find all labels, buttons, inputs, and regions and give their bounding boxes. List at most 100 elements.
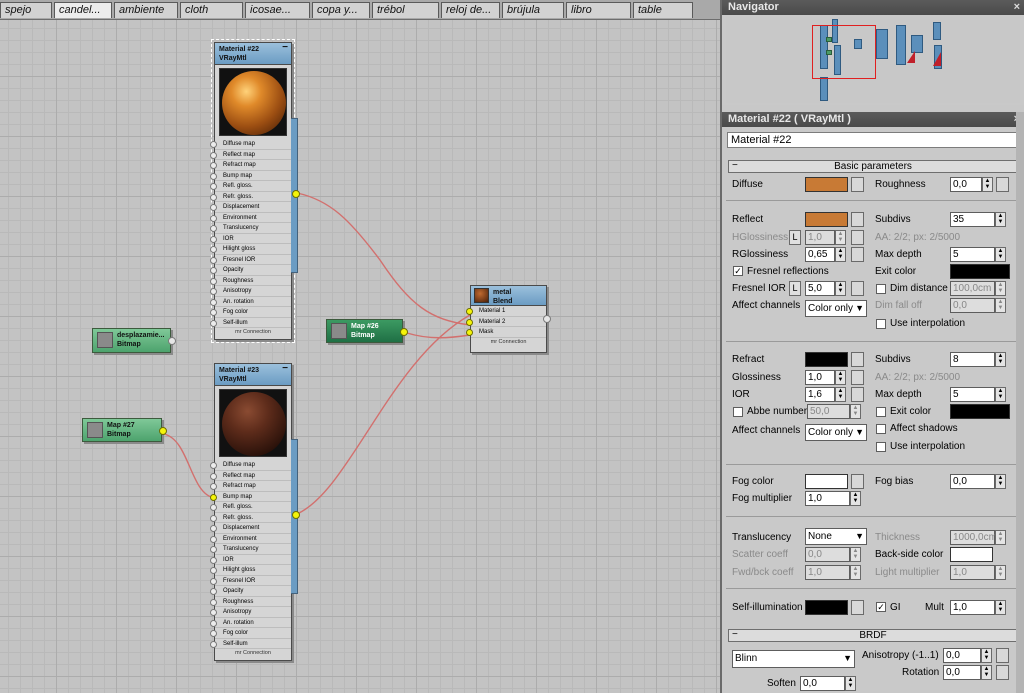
input-socket[interactable]	[210, 514, 217, 522]
roughness-spinner[interactable]: 0,0 ▲ ▼	[950, 177, 993, 192]
navigator-view[interactable]	[726, 17, 1020, 103]
slot-roughness[interactable]: Roughness	[210, 276, 291, 286]
slot-translucency[interactable]: Translucency	[210, 544, 291, 555]
rollout-basic-parameters[interactable]: − Basic parameters	[728, 160, 1018, 173]
diffuse-map-button[interactable]	[851, 177, 864, 192]
output-socket[interactable]	[159, 427, 167, 435]
node-map-27[interactable]: Map #27 Bitmap	[82, 418, 167, 442]
lock-button[interactable]: L	[789, 281, 801, 296]
fresnel-ior-map-button[interactable]	[851, 281, 864, 296]
reflect-max-depth-spinner[interactable]: 5 ▲ ▼	[950, 247, 1006, 262]
tab-7[interactable]: trébol	[372, 2, 439, 18]
soften-spinner[interactable]: 0,0 ▲ ▼	[800, 676, 856, 691]
slot-refl-gloss[interactable]: Refl. gloss.	[210, 502, 291, 513]
diffuse-color-swatch[interactable]	[805, 177, 848, 192]
ior-map-button[interactable]	[851, 387, 864, 402]
tab-4[interactable]: cloth	[180, 2, 243, 18]
fog-bias-spinner[interactable]: 0,0 ▲ ▼	[950, 474, 1006, 489]
input-socket[interactable]	[210, 462, 217, 469]
refract-max-depth-spinner[interactable]: 5 ▲ ▼	[950, 387, 1006, 402]
node-canvas[interactable]: Material #22 VRayMtl − Diffuse map Reflect …	[0, 20, 720, 693]
panel-scrollbar[interactable]	[1016, 112, 1024, 693]
slot-anisotropy[interactable]: Anisotropy	[210, 286, 291, 297]
abbe-number-spinner[interactable]: 50,0 ▲ ▼	[807, 404, 861, 419]
input-socket[interactable]	[210, 525, 217, 532]
slot-fresnel-ior[interactable]: Fresnel IOR	[210, 255, 291, 265]
brdf-type-dropdown[interactable]: Blinn ▼	[732, 650, 855, 668]
slot-refr-gloss[interactable]: Refr. gloss.	[210, 513, 291, 523]
tab-9[interactable]: brújula	[502, 2, 564, 18]
rotation-spinner[interactable]: 0,0 ▲ ▼	[943, 665, 992, 680]
fresnel-ior-spinner[interactable]: 5,0 ▲ ▼	[805, 281, 846, 296]
slot-bump-map[interactable]: Bump map	[210, 171, 291, 181]
slot-an-rotation[interactable]: An. rotation	[210, 618, 291, 628]
refract-subdivs-spinner[interactable]: 8 ▲ ▼	[950, 352, 1006, 367]
input-socket[interactable]	[210, 577, 217, 585]
input-socket[interactable]	[210, 193, 217, 201]
input-socket[interactable]	[210, 535, 217, 543]
input-socket[interactable]	[210, 493, 217, 501]
slot-refl-gloss[interactable]: Refl. gloss.	[210, 181, 291, 192]
slot-material-1[interactable]: Material 1	[466, 306, 546, 317]
slot-mask[interactable]: Mask	[466, 327, 546, 338]
input-socket[interactable]	[210, 598, 217, 606]
use-interpolation-checkbox[interactable]	[876, 319, 886, 329]
slot-diffuse-map[interactable]: Diffuse map	[210, 139, 291, 150]
input-socket[interactable]	[210, 267, 217, 274]
input-socket[interactable]	[210, 619, 217, 627]
reflect-map-button[interactable]	[851, 212, 864, 227]
self-illumination-map-button[interactable]	[851, 600, 864, 615]
affect-shadows-checkbox[interactable]	[876, 424, 886, 434]
rglossiness-spinner[interactable]: 0,65 ▲ ▼	[805, 247, 846, 262]
slot-translucency[interactable]: Translucency	[210, 223, 291, 234]
material-name-field[interactable]: Material #22	[727, 132, 1022, 148]
input-socket[interactable]	[210, 567, 217, 574]
node-blend-metal[interactable]: metal Blend Material 1 Material 2 Mask mr…	[466, 285, 551, 353]
dim-distance-checkbox[interactable]	[876, 284, 886, 294]
roughness-map-button[interactable]	[996, 177, 1009, 192]
refract-map-button[interactable]	[851, 352, 864, 367]
dim-falloff-spinner[interactable]: 0,0 ▲ ▼	[950, 298, 1006, 313]
rotation-map-button[interactable]	[996, 665, 1009, 680]
node-desplazamiento-bitmap[interactable]: desplazamie... Bitmap	[92, 328, 176, 353]
lock-button[interactable]: L	[789, 230, 801, 245]
input-socket[interactable]	[210, 246, 217, 253]
fog-multiplier-spinner[interactable]: 1,0 ▲ ▼	[805, 491, 861, 506]
input-socket[interactable]	[210, 483, 217, 490]
input-socket[interactable]	[210, 214, 217, 222]
glossiness-map-button[interactable]	[851, 370, 864, 385]
input-socket[interactable]	[210, 288, 217, 295]
slot-fog-color[interactable]: Fog color	[210, 628, 291, 639]
slot-diffuse-map[interactable]: Diffuse map	[210, 460, 291, 471]
slot-self-illum[interactable]: Self-illum	[210, 639, 291, 649]
gi-checkbox[interactable]: ✓	[876, 602, 886, 612]
close-icon[interactable]: ×	[1014, 0, 1020, 15]
anisotropy-map-button[interactable]	[996, 648, 1009, 663]
rollout-brdf[interactable]: − BRDF	[728, 629, 1018, 642]
input-socket[interactable]	[210, 556, 217, 564]
output-socket[interactable]	[292, 190, 300, 198]
output-socket[interactable]	[292, 511, 300, 519]
input-socket[interactable]	[210, 472, 217, 480]
node-material-22[interactable]: Material #22 VRayMtl − Diffuse map Reflect …	[210, 39, 300, 343]
input-socket[interactable]	[210, 319, 217, 327]
input-socket[interactable]	[210, 588, 217, 595]
exit-color-checkbox[interactable]	[876, 407, 886, 417]
input-socket[interactable]	[210, 235, 217, 243]
translucency-dropdown[interactable]: None ▼	[805, 528, 867, 545]
input-socket[interactable]	[210, 309, 217, 316]
input-socket[interactable]	[210, 298, 217, 306]
input-socket[interactable]	[210, 151, 217, 159]
slot-hilight-gloss[interactable]: Hilight gloss	[210, 244, 291, 255]
input-socket[interactable]	[210, 630, 217, 637]
slot-displacement[interactable]: Displacement	[210, 202, 291, 213]
fwd-bck-coeff-spinner[interactable]: 1,0 ▲ ▼	[805, 565, 861, 580]
slot-fog-color[interactable]: Fog color	[210, 307, 291, 318]
input-socket[interactable]	[210, 256, 217, 264]
fog-color-map-button[interactable]	[851, 474, 864, 489]
scatter-coeff-spinner[interactable]: 0,0 ▲ ▼	[805, 547, 861, 562]
rglossiness-map-button[interactable]	[851, 247, 864, 262]
slot-opacity[interactable]: Opacity	[210, 265, 291, 276]
abbe-number-checkbox[interactable]	[733, 407, 743, 417]
slot-bump-map[interactable]: Bump map	[210, 492, 291, 502]
